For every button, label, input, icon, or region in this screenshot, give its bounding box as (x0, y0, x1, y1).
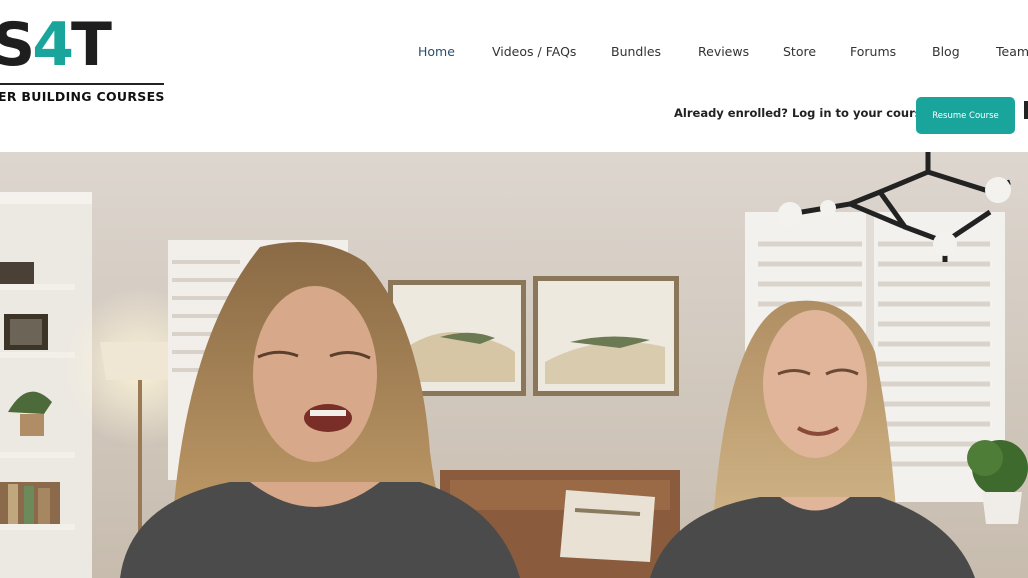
logo-mark-suffix: T (70, 10, 112, 80)
logo-mark-prefix: S (0, 10, 35, 80)
nav-store[interactable]: Store (783, 44, 816, 59)
nav-home[interactable]: Home (418, 44, 455, 59)
logo-mark-accent: 4 (32, 10, 74, 80)
nav-reviews[interactable]: Reviews (698, 44, 749, 59)
nav-bundles[interactable]: Bundles (611, 44, 661, 59)
logo-divider (0, 83, 164, 85)
logo[interactable]: S4T (0, 10, 112, 80)
site-header: S4T ER BUILDING COURSES Home Videos / FA… (0, 0, 1028, 152)
nav-videos-faqs[interactable]: Videos / FAQs (492, 44, 576, 59)
nav-blog[interactable]: Blog (932, 44, 960, 59)
nav-forums[interactable]: Forums (850, 44, 896, 59)
resume-course-button[interactable]: Resume Course (916, 97, 1015, 134)
logo-tagline: ER BUILDING COURSES (0, 89, 165, 104)
hero-video[interactable] (0, 152, 1028, 578)
cut-off-icon (1024, 101, 1028, 119)
hero-image (0, 152, 1028, 578)
enroll-text[interactable]: Already enrolled? Log in to your course (674, 106, 929, 120)
nav-team[interactable]: Team (996, 44, 1028, 59)
